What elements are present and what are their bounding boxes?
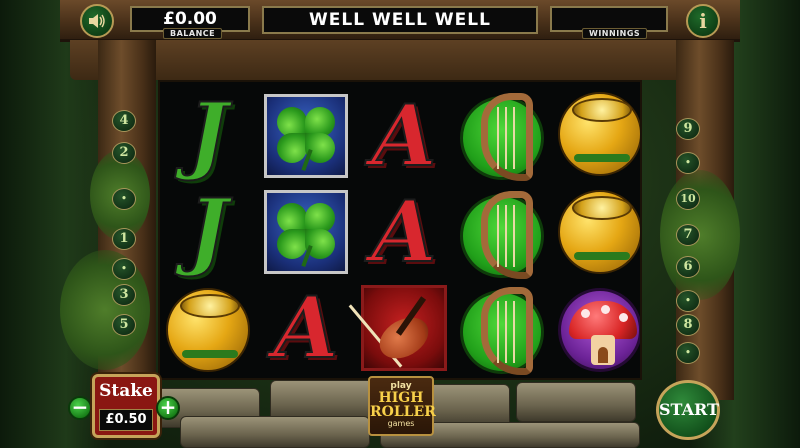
info-icon: i [699, 9, 707, 33]
game-title-text: WELL WELL WELL [309, 10, 491, 30]
symbol-letter-j: J [187, 180, 229, 279]
increase-stake-button[interactable]: + [156, 396, 180, 420]
payline-marker-dot: • [676, 290, 700, 312]
balance-label: BALANCE [163, 28, 223, 39]
reel-5 [552, 82, 640, 378]
symbol-pot-of-gold [556, 188, 640, 276]
payline-marker-2: 2 [112, 142, 136, 164]
symbol-letter-j: J [187, 84, 229, 183]
symbol-violin [348, 284, 448, 372]
start-button[interactable]: START [656, 380, 720, 440]
payline-marker-1: 1 [112, 228, 136, 250]
reel-window: J J A A A [158, 80, 642, 380]
reel-2: A [258, 82, 354, 378]
game-title: WELL WELL WELL [262, 6, 538, 34]
high-roller-title-2: ROLLER [370, 404, 436, 420]
payline-marker-4: 4 [112, 110, 136, 132]
payline-marker-8: 8 [676, 314, 700, 336]
payline-marker-dot: • [112, 188, 136, 210]
winnings-label: WINNINGS [582, 28, 648, 39]
payline-marker-dot: • [112, 258, 136, 280]
payline-marker-9: 9 [676, 118, 700, 140]
vine-foliage-left [60, 250, 150, 370]
stake-label: Stake [99, 381, 153, 401]
symbol-pot-of-gold [164, 286, 252, 374]
reel-4 [454, 82, 550, 378]
symbol-mushroom-house [556, 286, 640, 374]
symbol-harp [458, 93, 546, 182]
high-roller-logo[interactable]: play HIGH ROLLER games [368, 376, 436, 436]
symbol-harp [458, 191, 546, 280]
payline-marker-3: 3 [112, 284, 136, 306]
reel-3: A A [348, 82, 452, 378]
payline-marker-dot: • [676, 342, 700, 364]
stake-control: Stake £0.50 [92, 374, 160, 438]
lower-beam [70, 40, 730, 80]
reel-1: J J [160, 82, 256, 378]
symbol-letter-a: A [370, 86, 437, 185]
decrease-stake-button[interactable]: − [68, 396, 92, 420]
symbol-pot-of-gold [556, 90, 640, 178]
symbol-letter-a: A [272, 278, 339, 377]
stake-value: £0.50 [99, 409, 153, 431]
high-roller-games-text: games [387, 419, 415, 428]
high-roller-title-1: HIGH [378, 390, 424, 406]
payline-marker-7: 7 [676, 224, 700, 246]
symbol-four-leaf-clover [262, 92, 350, 180]
balance-value: £0.00 [163, 9, 217, 29]
speaker-icon [89, 14, 105, 28]
info-button[interactable]: i [686, 4, 720, 38]
payline-marker-5: 5 [112, 314, 136, 336]
payline-marker-dot: • [676, 152, 700, 174]
payline-marker-6: 6 [676, 256, 700, 278]
symbol-harp [458, 287, 546, 376]
symbol-four-leaf-clover [262, 188, 350, 276]
sound-button[interactable] [80, 4, 114, 38]
symbol-letter-a: A [370, 182, 437, 281]
vine-foliage-right [660, 170, 740, 300]
payline-marker-10: 10 [676, 188, 700, 210]
